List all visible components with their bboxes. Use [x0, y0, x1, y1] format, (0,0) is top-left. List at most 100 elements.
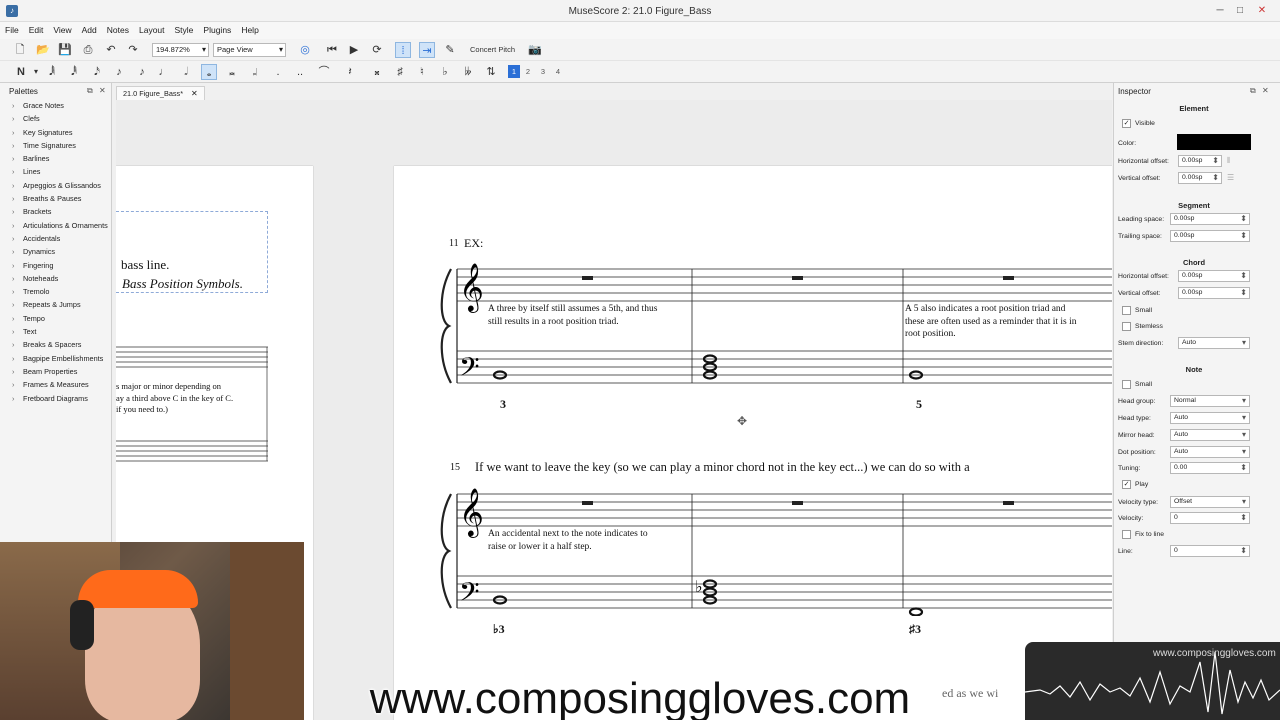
new-score-icon[interactable]: 🗋 — [12, 42, 28, 58]
figured-bass-sharp-3[interactable]: ♯3 — [909, 622, 921, 637]
staff-text-three[interactable]: A three by itself still assumes a 5th, a… — [488, 303, 657, 328]
head-type-select[interactable]: Auto — [1170, 412, 1250, 424]
tab-close-icon[interactable]: ✕ — [191, 89, 198, 98]
half-note-icon[interactable]: 𝅗𝅥 — [178, 64, 194, 80]
rewind-icon[interactable]: ⏮ — [324, 42, 340, 58]
64th-note-icon[interactable]: 𝅘𝅥𝅲 — [44, 64, 60, 80]
tuning-field[interactable]: 0.00 — [1170, 462, 1250, 474]
natural-icon[interactable]: ♮ — [414, 64, 430, 80]
palette-item[interactable]: Text — [12, 325, 108, 338]
stem-direction-select[interactable]: Auto — [1178, 337, 1250, 349]
palette-item[interactable]: Tremolo — [12, 285, 108, 298]
quarter-note-icon[interactable]: ♩ — [156, 64, 172, 80]
align-lines-icon[interactable]: ☰ — [1227, 173, 1237, 183]
play-checkbox[interactable]: ✓ — [1122, 480, 1131, 489]
system-2-title[interactable]: If we want to leave the key (so we can p… — [475, 460, 970, 475]
palette-item[interactable]: Beam Properties — [12, 365, 108, 378]
32nd-note-icon[interactable]: 𝅘𝅥𝅱 — [66, 64, 82, 80]
palette-item[interactable]: Fretboard Diagrams — [12, 392, 108, 405]
play-repeats-icon[interactable]: ⇥ — [419, 42, 435, 58]
menu-edit[interactable]: Edit — [24, 22, 49, 38]
view-mode-select[interactable]: Page View — [213, 43, 286, 57]
undo-icon[interactable]: ↶ — [103, 42, 119, 58]
figured-bass-flat-3[interactable]: ♭3 — [493, 622, 505, 637]
menu-layout[interactable]: Layout — [134, 22, 170, 38]
left-staff-text[interactable]: s major or minor depending on ay a third… — [116, 381, 233, 416]
visible-checkbox[interactable]: ✓ — [1122, 119, 1131, 128]
tie-icon[interactable]: ⌒ — [316, 64, 332, 80]
palette-item[interactable]: Noteheads — [12, 272, 108, 285]
loop-in-out-icon[interactable]: ⁞ — [395, 42, 411, 58]
note-small-checkbox[interactable] — [1122, 380, 1131, 389]
velocity-type-select[interactable]: Offset — [1170, 496, 1250, 508]
palette-item[interactable]: Brackets — [12, 205, 108, 218]
open-icon[interactable]: 📂 — [35, 42, 51, 58]
chord-small-checkbox[interactable] — [1122, 306, 1131, 315]
palette-item[interactable]: Time Signatures — [12, 139, 108, 152]
eighth-note-icon[interactable]: ♪ — [111, 64, 127, 80]
menu-help[interactable]: Help — [236, 22, 263, 38]
flip-direction-icon[interactable]: ⇅ — [483, 64, 499, 80]
chord-h-offset-field[interactable]: 0.00sp — [1178, 270, 1250, 282]
camera-icon[interactable]: 📷 — [527, 42, 543, 58]
double-dot-icon[interactable]: .. — [292, 64, 308, 80]
float-panel-icon[interactable]: ⧉ — [1250, 86, 1256, 96]
fix-to-line-checkbox[interactable] — [1122, 530, 1131, 539]
menu-notes[interactable]: Notes — [102, 22, 134, 38]
close-panel-icon[interactable]: ✕ — [1262, 86, 1269, 95]
palette-item[interactable]: Clefs — [12, 112, 108, 125]
menu-plugins[interactable]: Plugins — [198, 22, 236, 38]
rest-icon[interactable]: 𝄽 — [342, 64, 358, 80]
eighth-note-alt-icon[interactable]: ♪ — [134, 64, 150, 80]
palette-item[interactable]: Grace Notes — [12, 99, 108, 112]
sharp-icon[interactable]: ♯ — [392, 64, 408, 80]
menu-add[interactable]: Add — [77, 22, 102, 38]
zoom-select[interactable]: 194.872% — [152, 43, 209, 57]
left-text-line-2[interactable]: Bass Position Symbols. — [122, 276, 243, 292]
color-swatch[interactable] — [1177, 134, 1251, 150]
stemless-checkbox[interactable] — [1122, 322, 1131, 331]
voice-4-button[interactable]: 4 — [552, 65, 564, 78]
loop-icon[interactable]: ⟳ — [369, 42, 385, 58]
print-icon[interactable]: ⎙ — [80, 42, 96, 58]
16th-note-icon[interactable]: 𝅘𝅥𝅯 — [89, 64, 105, 80]
palette-item[interactable]: Repeats & Jumps — [12, 298, 108, 311]
palette-item[interactable]: Dynamics — [12, 245, 108, 258]
palette-item[interactable]: Frames & Measures — [12, 378, 108, 391]
left-text-line-1[interactable]: bass line. — [121, 257, 169, 273]
voice-1-button[interactable]: 1 — [508, 65, 520, 78]
v-offset-field[interactable]: 0.00sp — [1178, 172, 1222, 184]
palette-item[interactable]: Accidentals — [12, 232, 108, 245]
palette-item[interactable]: Bagpipe Embellishments — [12, 352, 108, 365]
float-panel-icon[interactable]: ⧉ — [87, 86, 93, 96]
figured-bass-5[interactable]: 5 — [916, 397, 922, 412]
menu-file[interactable]: File — [0, 22, 24, 38]
close-icon[interactable]: ✕ — [1252, 3, 1272, 19]
voice-3-button[interactable]: 3 — [537, 65, 549, 78]
chevron-down-icon[interactable]: ▾ — [28, 64, 44, 80]
palette-item[interactable]: Tempo — [12, 312, 108, 325]
staff-text-five[interactable]: A 5 also indicates a root position triad… — [905, 303, 1076, 341]
tab-score[interactable]: 21.0 Figure_Bass* ✕ — [116, 86, 205, 100]
staff-text-accidental[interactable]: An accidental next to the note indicates… — [488, 528, 648, 553]
align-grid-icon[interactable]: ⦀ — [1227, 156, 1237, 166]
palette-item[interactable]: Lines — [12, 165, 108, 178]
velocity-field[interactable]: 0 — [1170, 512, 1250, 524]
menu-style[interactable]: Style — [170, 22, 199, 38]
dot-icon[interactable]: . — [270, 64, 286, 80]
trailing-space-field[interactable]: 0.00sp — [1170, 230, 1250, 242]
palette-item[interactable]: Breaks & Spacers — [12, 338, 108, 351]
longa-note-icon[interactable]: 𝆷 — [247, 64, 263, 80]
dot-position-select[interactable]: Auto — [1170, 446, 1250, 458]
pan-score-icon[interactable]: ✎ — [442, 42, 458, 58]
palette-item[interactable]: Barlines — [12, 152, 108, 165]
palette-item[interactable]: Breaths & Pauses — [12, 192, 108, 205]
minimize-icon[interactable]: ─ — [1210, 3, 1230, 19]
h-offset-field[interactable]: 0.00sp — [1178, 155, 1222, 167]
note-input-mode-icon[interactable]: N — [13, 64, 29, 80]
figured-bass-3[interactable]: 3 — [500, 397, 506, 412]
chord-v-offset-field[interactable]: 0.00sp — [1178, 287, 1250, 299]
menu-view[interactable]: View — [48, 22, 76, 38]
voice-2-button[interactable]: 2 — [522, 65, 534, 78]
concert-pitch-toggle[interactable]: Concert Pitch — [470, 45, 515, 54]
